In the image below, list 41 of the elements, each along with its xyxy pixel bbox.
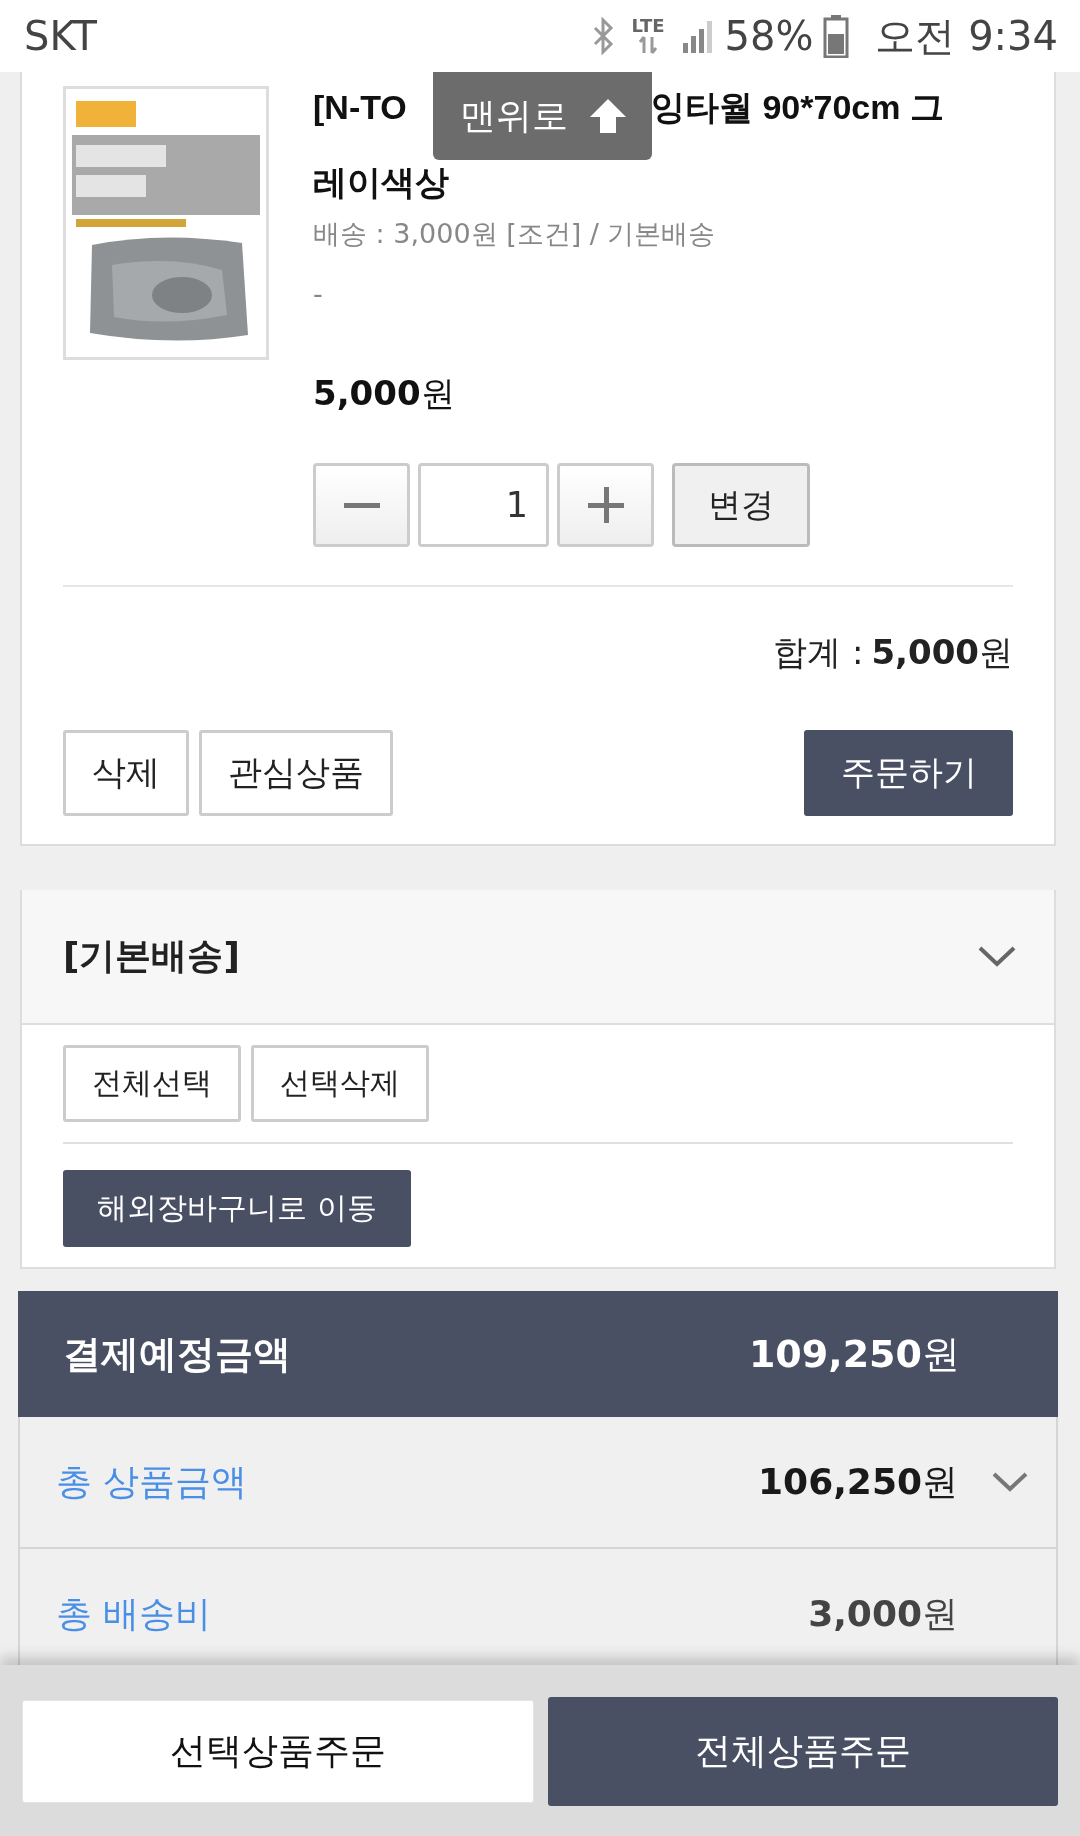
summary-label: 총 상품금액: [56, 1459, 249, 1504]
option-text: -: [313, 278, 323, 309]
up-arrow-icon: [589, 99, 626, 133]
scroll-top-button[interactable]: 맨위로: [433, 72, 652, 160]
battery-percent: 58%: [724, 13, 814, 59]
network-type: LTE: [631, 17, 665, 35]
order-button[interactable]: 전체상품주문: [548, 1697, 1058, 1806]
group-header[interactable]: [기본배송]: [22, 890, 1054, 1025]
shipping-info: 배송 : 3,000원 [조건] / 기본배송: [313, 217, 716, 251]
battery-icon: [823, 14, 850, 58]
carrier-name: SKT: [24, 13, 97, 59]
subtotal-value: 5,000원: [871, 631, 1013, 674]
summary-value: 3,000원: [808, 1591, 958, 1636]
chevron-down-icon: [978, 945, 1016, 968]
clock: 오전 9:34: [875, 11, 1058, 61]
minus-icon: [343, 502, 380, 508]
select-button[interactable]: 선택삭제: [251, 1045, 429, 1122]
subtotal-label: 합계 :: [773, 631, 864, 674]
order-button[interactable]: 주문하기: [804, 730, 1013, 816]
action-button[interactable]: 삭제: [63, 730, 189, 816]
summary-label: 총 배송비: [56, 1591, 213, 1636]
summary-value: 106,250원: [758, 1459, 958, 1504]
order-button[interactable]: 선택상품주문: [22, 1700, 534, 1803]
summary-title: 결제예정금액: [63, 1330, 291, 1378]
decrease-button[interactable]: [313, 463, 410, 547]
action-button[interactable]: 관심상품: [199, 730, 393, 816]
bluetooth-icon: [591, 16, 616, 56]
plus-icon: [587, 487, 624, 523]
product-title[interactable]: [N-TO: [313, 88, 407, 126]
product-title[interactable]: 잉타월 90*70cm 그: [651, 86, 944, 129]
increase-button[interactable]: [557, 463, 654, 547]
change-button[interactable]: 변경: [672, 463, 810, 547]
select-button[interactable]: 전체선택: [63, 1045, 241, 1122]
summary-row[interactable]: 총 상품금액 106,250원: [18, 1417, 1058, 1549]
quantity-field[interactable]: 1: [418, 463, 549, 547]
product-price: 5,000원: [313, 372, 455, 415]
product-title[interactable]: 레이색상: [313, 161, 449, 204]
group-title: [기본배송]: [63, 934, 240, 978]
total-amount: 109,250원: [748, 1330, 960, 1378]
data-arrows-icon: [638, 35, 658, 55]
move-cart-button[interactable]: 해외장바구니로 이동: [63, 1170, 411, 1247]
